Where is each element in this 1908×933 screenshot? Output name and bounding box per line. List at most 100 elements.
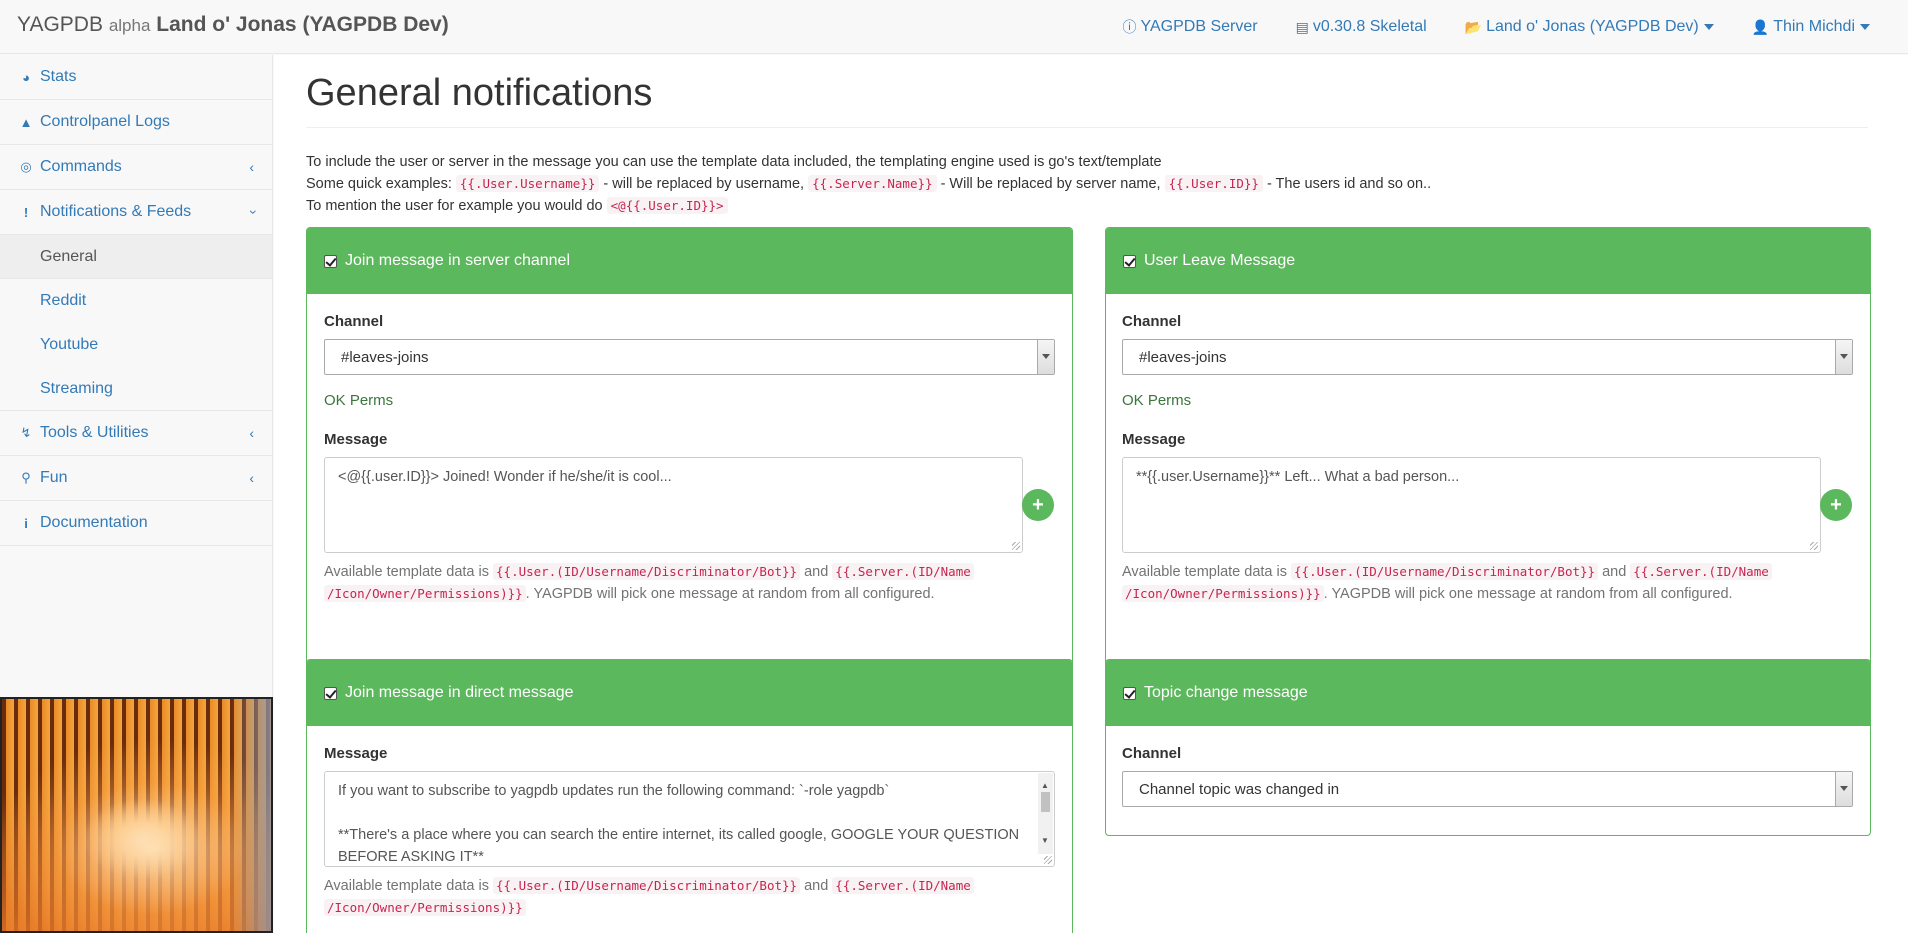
newspaper-icon: ▤ <box>1295 18 1309 35</box>
sidebar-subitem-label: Youtube <box>40 336 99 353</box>
resize-handle[interactable] <box>1044 856 1052 864</box>
tree-icon: ▲ <box>19 114 33 130</box>
code-example-username: {{.User.Username}} <box>455 175 600 192</box>
help-fragment: Available template data is <box>324 878 494 894</box>
bullseye-icon: ◎ <box>20 159 32 174</box>
leave-panel-header: User Leave Message <box>1106 228 1870 294</box>
sidebar-subitem-youtube[interactable]: Youtube <box>0 323 272 367</box>
resize-handle[interactable] <box>1012 542 1020 550</box>
help-code-server-cont: /Icon/Owner/Permissions)}} <box>324 899 526 916</box>
intro-text-fragment: - will be replaced by username, <box>599 176 809 192</box>
help-fragment: Available template data is <box>324 564 494 580</box>
navbar-brand[interactable]: YAGPDB alpha Land o' Jonas (YAGPDB Dev) <box>17 13 449 37</box>
panel-title: Join message in direct message <box>345 684 574 701</box>
help-code-server-cont: /Icon/Owner/Permissions)}} <box>1122 585 1324 602</box>
channel-label: Channel <box>1122 313 1182 330</box>
brand-alpha-tag: alpha <box>108 16 151 35</box>
caret-down-icon <box>1703 24 1714 30</box>
sidebar-item-tools-utilities[interactable]: ↯ Tools & Utilities ‹ <box>0 411 272 456</box>
sidebar-item-label: Fun <box>40 469 68 486</box>
leave-enabled-checkbox[interactable] <box>1123 254 1136 268</box>
help-fragment: . YAGPDB will pick one message at random… <box>525 586 935 602</box>
help-fragment: Available template data is <box>1122 564 1292 580</box>
scroll-thumb[interactable] <box>1041 792 1050 812</box>
yagpdb-server-link[interactable]: ⓘ YAGPDB Server <box>1123 17 1258 37</box>
sidebar-item-label: Stats <box>40 68 77 85</box>
message-label: Message <box>324 745 388 762</box>
panel-title: Topic change message <box>1144 684 1308 701</box>
yagpdb-server-label: YAGPDB Server <box>1140 18 1258 35</box>
help-fragment: and <box>800 564 833 580</box>
intro-line-2: Some quick examples: {{.User.Username}} … <box>306 173 1866 195</box>
intro-text-fragment: - The users id and so on.. <box>1262 176 1432 192</box>
join-dm-panel: Join message in direct message Message I… <box>306 659 1073 933</box>
add-message-button[interactable]: + <box>1022 489 1054 521</box>
select-arrow-icon <box>1037 340 1054 374</box>
sidebar-item-label: Commands <box>40 158 122 175</box>
server-select-dropdown[interactable]: 📂 Land o' Jonas (YAGPDB Dev) <box>1465 18 1714 36</box>
channel-label: Channel <box>1122 745 1182 762</box>
select-value: #leaves-joins <box>1139 348 1227 366</box>
join-dm-enabled-checkbox[interactable] <box>324 686 337 700</box>
sidebar-item-fun[interactable]: ⚲ Fun ‹ <box>0 456 272 501</box>
leave-panel: User Leave Message Channel #leaves-joins… <box>1105 227 1871 693</box>
message-label: Message <box>324 431 388 448</box>
exclamation-icon: ! <box>23 204 29 220</box>
brand-name: YAGPDB <box>17 13 103 36</box>
select-value: #leaves-joins <box>341 348 429 366</box>
sidebar-item-notifications-feeds[interactable]: ! Notifications & Feeds ‹ <box>0 190 272 235</box>
message-label: Message <box>1122 431 1186 448</box>
sidebar-item-stats[interactable]: ◕ Stats <box>0 55 272 100</box>
sidebar-subitem-label: General <box>40 247 97 265</box>
user-menu-label: Thin Michdi <box>1773 18 1855 35</box>
textarea-line: **There's a place where you can search t… <box>338 827 1020 865</box>
join-server-message-textarea[interactable]: <@{{.user.ID}}> Joined! Wonder if he/she… <box>324 457 1023 553</box>
template-help-text: Available template data is {{.User.(ID/U… <box>324 561 1059 605</box>
server-select-label: Land o' Jonas (YAGPDB Dev) <box>1486 18 1699 35</box>
sidebar-subitem-streaming[interactable]: Streaming <box>0 367 272 411</box>
sidebar-item-commands[interactable]: ◎ Commands ‹ <box>0 145 272 190</box>
intro-line-3: To mention the user for example you woul… <box>306 195 1866 217</box>
bolt-icon: ↯ <box>20 425 32 440</box>
template-help-text: Available template data is {{.User.(ID/U… <box>1122 561 1857 605</box>
add-message-button[interactable]: + <box>1820 489 1852 521</box>
sidebar-item-label: Controlpanel Logs <box>40 113 170 130</box>
help-code-user: {{.User.(ID/Username/Discriminator/Bot}} <box>1291 563 1599 580</box>
topic-change-enabled-checkbox[interactable] <box>1123 686 1136 700</box>
select-value: Channel topic was changed in <box>1139 780 1340 798</box>
join-server-panel-header: Join message in server channel <box>307 228 1072 294</box>
folder-open-icon: 📂 <box>1464 18 1483 35</box>
sidebar-subitem-reddit[interactable]: Reddit <box>0 279 272 323</box>
perms-status: OK Perms <box>1122 392 1192 409</box>
topic-change-panel: Topic change message Channel Channel top… <box>1105 659 1871 836</box>
intro-line-1: To include the user or server in the mes… <box>306 154 1162 170</box>
user-menu-dropdown[interactable]: 👤 Thin Michdi <box>1752 18 1870 36</box>
sidebar-item-controlpanel-logs[interactable]: ▲ Controlpanel Logs <box>0 100 272 145</box>
sidebar-subitem-label: Reddit <box>40 292 87 309</box>
template-help-text: Available template data is {{.User.(ID/U… <box>324 875 1059 919</box>
textarea-scrollbar[interactable]: ▲ ▼ <box>1038 773 1053 854</box>
help-code-user: {{.User.(ID/Username/Discriminator/Bot}} <box>493 877 801 894</box>
version-link[interactable]: ▤ v0.30.8 Skeletal <box>1296 18 1427 36</box>
trophy-icon: ⚲ <box>21 470 31 485</box>
help-code-user: {{.User.(ID/Username/Discriminator/Bot}} <box>493 563 801 580</box>
join-dm-message-textarea[interactable]: If you want to subscribe to yagpdb updat… <box>324 771 1055 867</box>
code-example-userid: {{.User.ID}} <box>1164 175 1263 192</box>
sidebar-subitem-label: Streaming <box>40 379 113 397</box>
resize-handle[interactable] <box>1810 542 1818 550</box>
panel-title: Join message in server channel <box>345 252 571 269</box>
leave-message-textarea[interactable]: **{{.user.Username}}** Left... What a ba… <box>1122 457 1821 553</box>
chevron-left-icon: ‹ <box>249 425 254 441</box>
topic-change-channel-select[interactable]: Channel topic was changed in <box>1122 771 1853 807</box>
join-server-channel-select[interactable]: #leaves-joins <box>324 339 1055 375</box>
help-code-server: {{.Server.(ID/Name <box>832 563 974 580</box>
chevron-down-icon: ‹ <box>243 209 260 215</box>
topic-change-panel-header: Topic change message <box>1106 660 1870 726</box>
join-server-enabled-checkbox[interactable] <box>324 254 337 268</box>
caret-down-icon <box>1860 24 1870 30</box>
help-code-server: {{.Server.(ID/Name <box>1630 563 1772 580</box>
sidebar-subitem-general[interactable]: General <box>0 235 272 279</box>
info-circle-icon: ⓘ <box>1122 19 1137 35</box>
sidebar-item-documentation[interactable]: i Documentation <box>0 501 272 546</box>
leave-channel-select[interactable]: #leaves-joins <box>1122 339 1853 375</box>
